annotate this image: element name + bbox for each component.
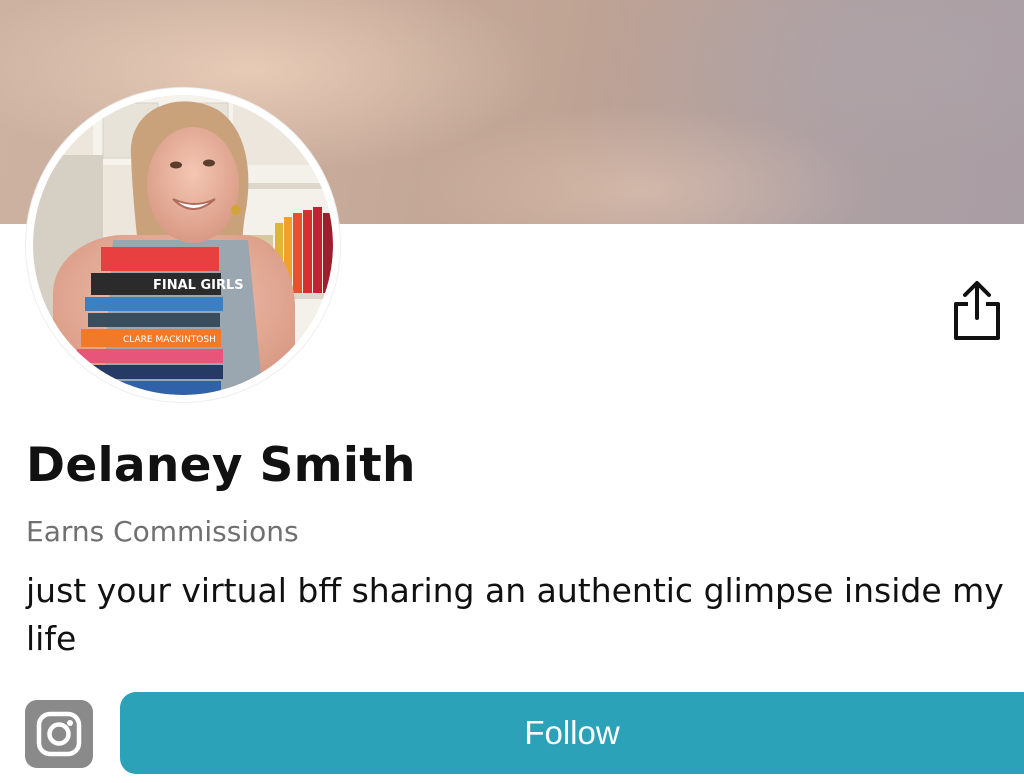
profile-name: Delaney Smith xyxy=(26,438,416,493)
follow-button[interactable]: Follow xyxy=(120,692,1024,774)
share-icon[interactable] xyxy=(948,278,1006,344)
avatar[interactable]: FINAL GIRLS CLARE MACKINTOSH xyxy=(33,95,333,395)
earns-commissions-badge: Earns Commissions xyxy=(26,515,299,548)
profile-bio: just your virtual bff sharing an authent… xyxy=(26,571,1004,658)
instagram-icon[interactable] xyxy=(25,700,93,768)
svg-text:CLARE MACKINTOSH: CLARE MACKINTOSH xyxy=(123,335,216,345)
svg-text:FINAL GIRLS: FINAL GIRLS xyxy=(153,278,244,293)
